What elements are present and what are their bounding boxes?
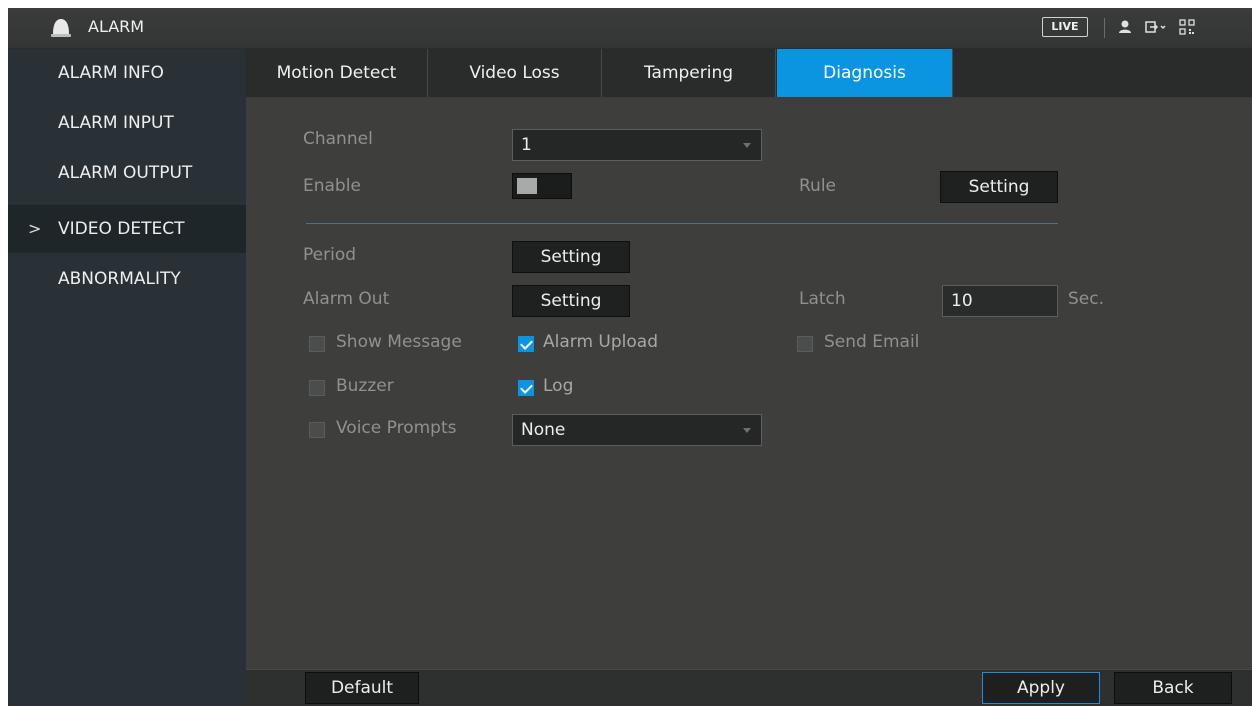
send-email-label: Send Email — [824, 332, 920, 352]
tab-bar: Motion Detect Video Loss Tampering Diagn… — [246, 49, 1252, 98]
enable-toggle[interactable] — [512, 173, 572, 199]
tab-motion-detect[interactable]: Motion Detect — [246, 49, 428, 97]
alarm-bell-icon — [51, 19, 71, 37]
tab-diagnosis[interactable]: Diagnosis — [777, 49, 953, 97]
sidebar-item-alarm-input[interactable]: ALARM INPUT — [8, 99, 246, 147]
rule-label: Rule — [799, 176, 837, 196]
section-divider — [306, 223, 1058, 224]
channel-select[interactable]: 1 — [512, 129, 762, 161]
sidebar-item-video-detect[interactable]: > VIDEO DETECT — [8, 205, 246, 253]
sidebar-item-label: ABNORMALITY — [58, 269, 181, 289]
period-setting-button[interactable]: Setting — [512, 241, 630, 273]
period-label: Period — [303, 245, 357, 265]
buzzer-label: Buzzer — [336, 376, 394, 396]
dropdown-caret-icon — [743, 428, 751, 433]
sidebar: ALARM INFO ALARM INPUT ALARM OUTPUT > VI… — [8, 49, 246, 706]
latch-label: Latch — [799, 289, 846, 309]
sidebar-item-label: ALARM OUTPUT — [58, 163, 193, 183]
send-email-checkbox[interactable] — [797, 336, 813, 352]
log-checkbox[interactable] — [518, 380, 534, 396]
sidebar-item-label: ALARM INFO — [58, 63, 164, 83]
sidebar-item-label: ALARM INPUT — [58, 113, 174, 133]
sidebar-item-abnormality[interactable]: ABNORMALITY — [8, 255, 246, 303]
voice-prompts-select[interactable]: None — [512, 414, 762, 446]
dropdown-caret-icon — [743, 143, 751, 148]
voice-prompts-label: Voice Prompts — [336, 418, 457, 438]
qr-code-icon[interactable] — [1178, 18, 1196, 36]
tab-tampering[interactable]: Tampering — [602, 49, 776, 97]
app-window: ALARM LIVE ALARM INFO ALARM INPUT ALARM … — [8, 8, 1252, 706]
live-button[interactable]: LIVE — [1042, 17, 1088, 37]
show-message-label: Show Message — [336, 332, 462, 352]
apply-button[interactable]: Apply — [982, 672, 1100, 704]
alarm-upload-checkbox[interactable] — [518, 336, 534, 352]
enable-label: Enable — [303, 176, 361, 196]
buzzer-checkbox[interactable] — [309, 380, 325, 396]
sidebar-item-alarm-info[interactable]: ALARM INFO — [8, 49, 246, 97]
main-panel: Motion Detect Video Loss Tampering Diagn… — [246, 49, 1252, 706]
default-button[interactable]: Default — [305, 672, 419, 704]
rule-setting-button[interactable]: Setting — [940, 171, 1058, 203]
latch-input[interactable]: 10 — [942, 285, 1058, 317]
channel-value: 1 — [521, 135, 532, 155]
page-title: ALARM — [88, 17, 145, 36]
alarm-out-label: Alarm Out — [303, 289, 390, 309]
top-bar: ALARM LIVE — [8, 8, 1252, 49]
back-button[interactable]: Back — [1114, 672, 1232, 704]
toolbar-divider — [1104, 18, 1105, 38]
alarm-out-setting-button[interactable]: Setting — [512, 285, 630, 317]
chevron-right-icon: > — [28, 219, 42, 238]
toggle-knob — [517, 178, 537, 194]
latch-unit-label: Sec. — [1068, 289, 1105, 309]
alarm-upload-label: Alarm Upload — [543, 332, 658, 352]
log-label: Log — [543, 376, 574, 396]
footer-bar: Default Apply Back — [246, 669, 1252, 706]
tab-video-loss[interactable]: Video Loss — [428, 49, 602, 97]
show-message-checkbox[interactable] — [309, 336, 325, 352]
channel-label: Channel — [303, 129, 373, 149]
user-icon[interactable] — [1116, 18, 1134, 36]
logout-icon[interactable] — [1144, 18, 1168, 36]
voice-prompts-checkbox[interactable] — [309, 422, 325, 438]
sidebar-item-label: VIDEO DETECT — [58, 219, 185, 239]
sidebar-item-alarm-output[interactable]: ALARM OUTPUT — [8, 149, 246, 197]
voice-prompts-value: None — [521, 420, 566, 440]
